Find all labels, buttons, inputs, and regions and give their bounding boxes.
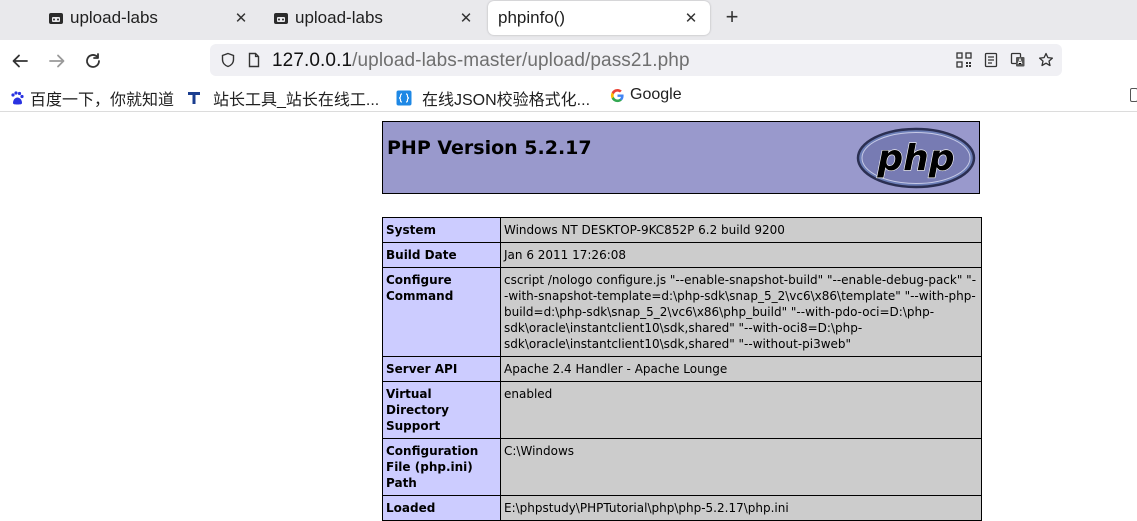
url-host: 127.0.0.1 xyxy=(272,50,353,71)
info-value: Jan 6 2011 17:26:08 xyxy=(500,242,982,268)
new-tab-button[interactable]: + xyxy=(721,6,743,28)
bookmark-label: Google xyxy=(630,86,682,103)
back-button[interactable] xyxy=(9,50,31,72)
bookmark-chinaz[interactable]: 站长工具_站长在线工... xyxy=(186,86,379,110)
navigation-bar: 127.0.0.1/upload-labs-master/upload/pass… xyxy=(0,40,1137,82)
info-key: Build Date xyxy=(382,242,501,268)
bookmarks-bar: 百度一下，你就知道 站长工具_站长在线工... 在线JSON校验格式化... G… xyxy=(0,82,1137,112)
qr-code-icon[interactable] xyxy=(956,52,972,68)
bookmark-baidu[interactable]: 百度一下，你就知道 xyxy=(9,86,174,110)
php-logo-text: php xyxy=(876,138,954,179)
info-row: Loaded E:\phpstudy\PHPTutorial\php\php-5.… xyxy=(382,495,982,521)
info-row: Build Date Jan 6 2011 17:26:08 xyxy=(382,242,982,268)
php-version-header: PHP Version 5.2.17 php xyxy=(382,121,980,194)
info-key: Configuration File (php.ini) Path xyxy=(382,438,501,496)
reader-mode-icon[interactable] xyxy=(983,52,999,68)
tab-phpinfo[interactable]: phpinfo() ✕ xyxy=(488,1,710,35)
reload-icon xyxy=(86,53,100,68)
info-row: Virtual Directory Support enabled xyxy=(382,381,982,439)
info-value: enabled xyxy=(500,381,982,439)
bookmark-label: 百度一下，你就知道 xyxy=(30,92,175,109)
bookmark-label: 站长工具_站长在线工... xyxy=(213,92,380,109)
back-arrow-icon xyxy=(12,54,28,68)
info-row: Server API Apache 2.4 Handler - Apache Lo… xyxy=(382,356,982,382)
info-value: C:\Windows xyxy=(500,438,982,496)
bookmark-label: 在线JSON校验格式化... xyxy=(422,92,591,109)
close-tab-icon[interactable]: ✕ xyxy=(457,9,475,27)
url-text[interactable]: 127.0.0.1/upload-labs-master/upload/pass… xyxy=(272,50,690,72)
close-tab-icon[interactable]: ✕ xyxy=(682,9,700,27)
page-content: PHP Version 5.2.17 php System Windows NT … xyxy=(0,112,1137,521)
info-value: E:\phpstudy\PHPTutorial\php\php-5.2.17\p… xyxy=(500,495,982,521)
google-icon xyxy=(610,88,625,103)
bookmark-json[interactable]: 在线JSON校验格式化... xyxy=(396,86,590,110)
info-row: Configuration File (php.ini) Path C:\Wind… xyxy=(382,438,982,496)
baidu-icon xyxy=(9,90,25,106)
info-row: Configure Command cscript /nologo configu… xyxy=(382,267,982,357)
page-info-icon[interactable] xyxy=(246,52,262,68)
info-key: Server API xyxy=(382,356,501,382)
tab-title: upload-labs xyxy=(295,8,383,27)
bookmark-star-icon[interactable] xyxy=(1038,52,1054,68)
close-tab-icon[interactable]: ✕ xyxy=(232,9,250,27)
upload-labs-favicon-icon xyxy=(273,10,289,26)
info-key: Configure Command xyxy=(382,267,501,357)
tab-upload-labs-1[interactable]: upload-labs ✕ xyxy=(36,0,260,36)
translate-icon[interactable] xyxy=(1010,52,1026,68)
tab-upload-labs-2[interactable]: upload-labs ✕ xyxy=(261,0,485,36)
reload-button[interactable] xyxy=(82,50,104,72)
forward-button[interactable] xyxy=(46,50,68,72)
forward-arrow-icon xyxy=(49,54,65,68)
tab-title: phpinfo() xyxy=(498,8,566,27)
info-key: Virtual Directory Support xyxy=(382,381,501,439)
php-logo-icon[interactable]: php xyxy=(856,127,976,189)
address-bar[interactable]: 127.0.0.1/upload-labs-master/upload/pass… xyxy=(210,44,1062,76)
info-value: Windows NT DESKTOP-9KC852P 6.2 build 920… xyxy=(500,217,982,243)
info-row: System Windows NT DESKTOP-9KC852P 6.2 bui… xyxy=(382,217,982,243)
shield-icon[interactable] xyxy=(220,52,236,68)
info-value: Apache 2.4 Handler - Apache Lounge xyxy=(500,356,982,382)
upload-labs-favicon-icon xyxy=(48,10,64,26)
chinaz-icon xyxy=(186,90,202,106)
info-value: cscript /nologo configure.js "--enable-s… xyxy=(500,267,982,357)
json-icon xyxy=(396,90,412,106)
bookmark-google[interactable]: Google xyxy=(610,86,682,104)
info-key: Loaded xyxy=(382,495,501,521)
tab-title: upload-labs xyxy=(70,8,158,27)
url-path: /upload-labs-master/upload/pass21.php xyxy=(352,50,690,71)
php-version-title: PHP Version 5.2.17 xyxy=(387,137,592,159)
info-key: System xyxy=(382,217,501,243)
php-info-table: System Windows NT DESKTOP-9KC852P 6.2 bui… xyxy=(382,217,982,521)
other-bookmarks-folder-icon[interactable] xyxy=(1130,88,1137,102)
tab-strip: upload-labs ✕ upload-labs ✕ phpinfo() ✕ … xyxy=(0,0,1137,40)
